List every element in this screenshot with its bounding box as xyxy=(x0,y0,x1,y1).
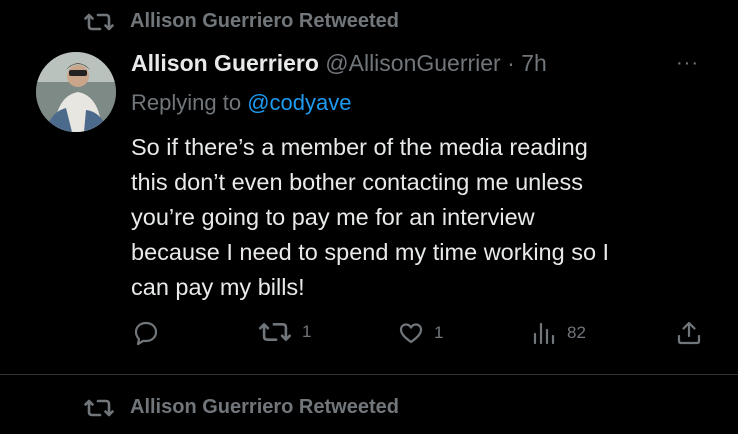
share-icon xyxy=(677,321,701,345)
reply-icon xyxy=(134,321,158,346)
tweet-actions: 1 1 82 xyxy=(0,318,738,352)
more-button[interactable]: ··· xyxy=(676,52,699,75)
display-name[interactable]: Allison Guerriero xyxy=(131,50,319,76)
replying-prefix: Replying to xyxy=(131,90,248,115)
views-count: 82 xyxy=(567,323,586,342)
retweet-button[interactable]: 1 xyxy=(258,320,311,344)
tweet-divider xyxy=(0,374,738,375)
tweet-time[interactable]: 7h xyxy=(521,50,547,76)
like-icon xyxy=(399,323,423,344)
mention-link[interactable]: @codyave xyxy=(247,90,351,115)
share-button[interactable] xyxy=(676,320,712,346)
retweet-icon xyxy=(258,323,292,341)
user-handle[interactable]: @AllisonGuerrier xyxy=(325,50,500,76)
like-button[interactable]: 1 xyxy=(398,320,443,346)
more-icon: ··· xyxy=(676,52,699,74)
avatar-image xyxy=(36,52,116,132)
replying-to-line: Replying to @codyave xyxy=(131,90,351,116)
avatar[interactable] xyxy=(36,52,116,132)
retweet-icon xyxy=(84,13,114,30)
separator-dot: · xyxy=(507,50,515,76)
retweet-label: Allison Guerriero Retweeted xyxy=(130,396,399,418)
retweet-count: 1 xyxy=(302,322,312,341)
retweet-indicator-next[interactable]: Allison Guerriero Retweeted xyxy=(84,396,399,419)
like-count: 1 xyxy=(434,323,444,342)
views-button[interactable]: 82 xyxy=(531,320,586,346)
reply-button[interactable] xyxy=(133,320,169,346)
retweet-icon xyxy=(84,399,114,416)
tweet-header: Allison Guerriero @AllisonGuerrier · 7h xyxy=(131,50,547,77)
views-icon xyxy=(533,322,555,345)
retweet-label: Allison Guerriero Retweeted xyxy=(130,10,399,32)
tweet-text: So if there’s a member of the media read… xyxy=(131,134,610,300)
retweet-indicator[interactable]: Allison Guerriero Retweeted xyxy=(84,10,399,33)
